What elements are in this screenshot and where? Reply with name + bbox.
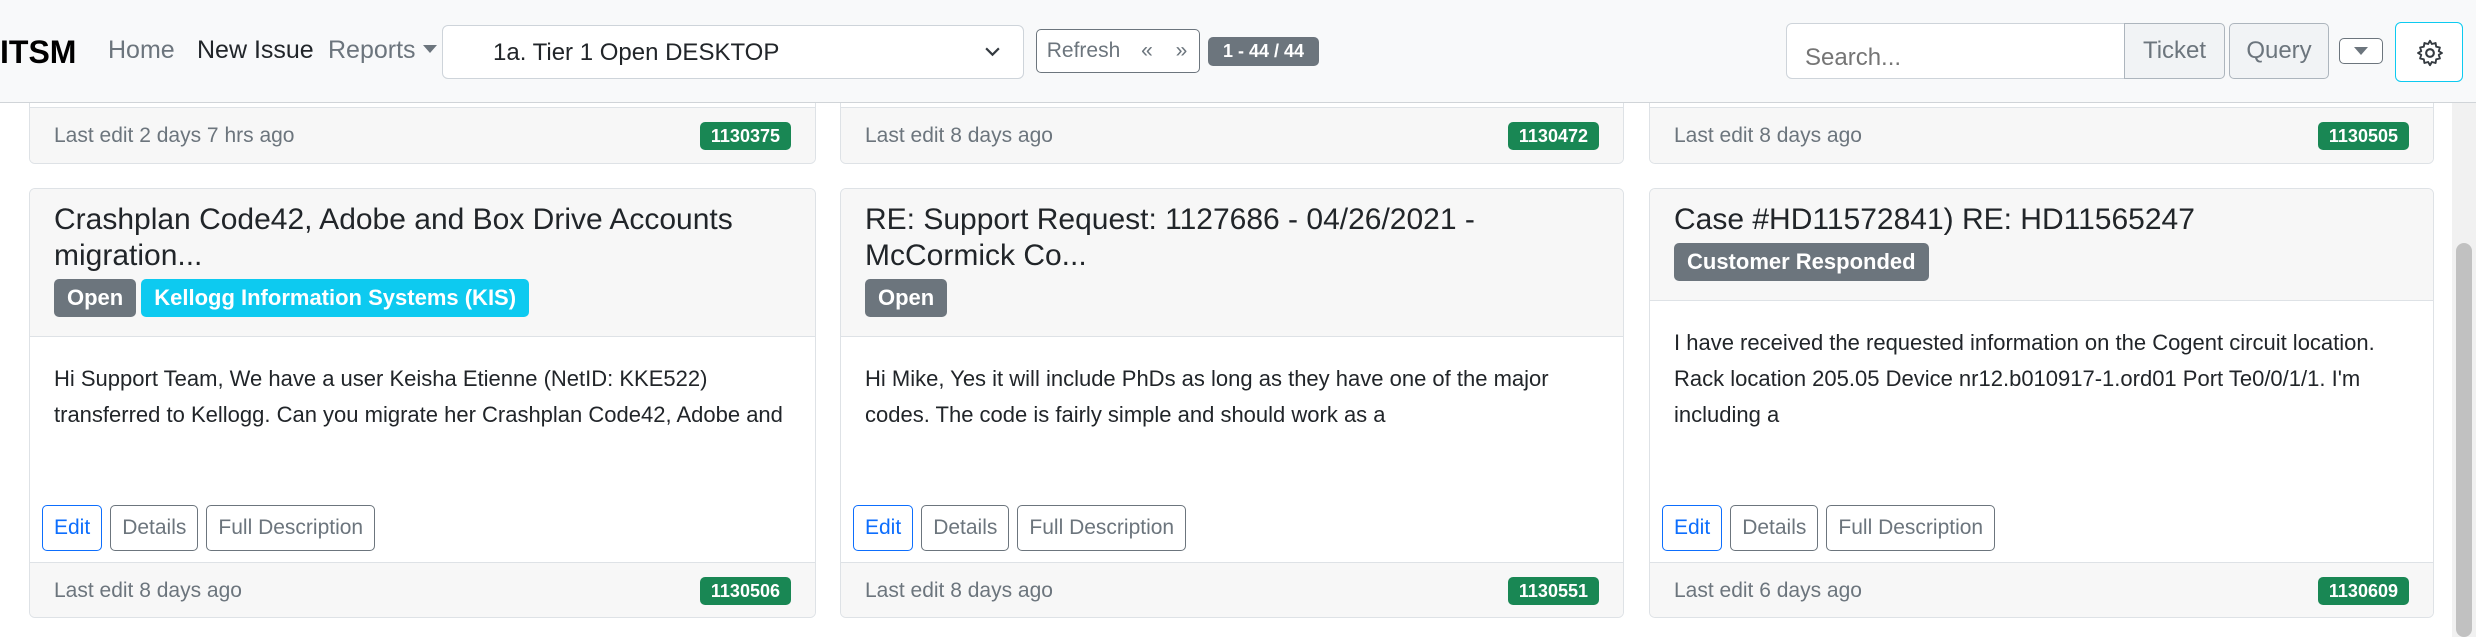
details-button[interactable]: Details [1730,505,1819,551]
full-description-button[interactable]: Full Description [1017,505,1187,551]
query-button[interactable]: Query [2229,23,2329,79]
ticket-description: I have received the requested informatio… [1674,330,2375,427]
chevron-down-icon [985,47,1000,57]
card-actions: Edit Details Full Description [853,505,1194,551]
card-footer: Last edit 8 days ago 1130505 [1650,107,2433,163]
status-badge: Open [865,279,948,317]
prev-page-button[interactable]: « [1130,29,1165,73]
full-description-button[interactable]: Full Description [206,505,376,551]
caret-down-icon [422,45,437,53]
ticket-button[interactable]: Ticket [2124,23,2225,79]
card-footer: Last edit 8 days ago 1130506 [30,562,815,617]
edit-button[interactable]: Edit [1662,505,1723,551]
ticket-title[interactable]: RE: Support Request: 1127686 - 04/26/202… [865,202,1603,274]
ticket-card: Crashplan Code42, Adobe and Box Drive Ac… [29,188,816,618]
top-navbar: ITSM Home New Issue Reports 1a. Tier 1 O… [0,0,2476,103]
settings-button[interactable] [2395,22,2463,82]
ticket-badges: Customer Responded [1674,243,1934,281]
last-edit-text: Last edit 2 days 7 hrs ago [54,124,295,147]
page-scrollbar[interactable] [2452,103,2476,637]
group-badge: Kellogg Information Systems (KIS) [141,279,530,317]
ticket-id-badge[interactable]: 1130551 [1507,577,1599,605]
status-badge: Open [54,279,137,317]
queue-select[interactable]: 1a. Tier 1 Open DESKTOP [442,25,1024,79]
last-edit-text: Last edit 8 days ago [865,579,1053,602]
nav-reports-dropdown[interactable]: Reports [328,36,437,65]
ticket-description: Hi Mike, Yes it will include PhDs as lon… [865,366,1549,427]
brand-logo[interactable]: ITSM [0,34,76,71]
nav-reports-label: Reports [328,36,416,64]
ticket-badges: Open [865,279,952,317]
scrollbar-thumb[interactable] [2456,243,2472,637]
ticket-id-badge[interactable]: 1130505 [2317,122,2409,150]
ticket-id-badge[interactable]: 1130609 [2317,577,2409,605]
caret-down-icon [2354,47,2368,55]
card-actions: Edit Details Full Description [1662,505,2003,551]
nav-home-link[interactable]: Home [108,36,175,65]
ticket-id-badge[interactable]: 1130375 [699,122,791,150]
options-dropdown-button[interactable] [2339,38,2383,64]
card-actions: Edit Details Full Description [42,505,383,551]
ticket-id-badge[interactable]: 1130472 [1507,122,1599,150]
status-badge: Customer Responded [1674,243,1929,281]
ticket-id-badge[interactable]: 1130506 [699,577,791,605]
last-edit-text: Last edit 6 days ago [1674,579,1862,602]
ticket-title[interactable]: Crashplan Code42, Adobe and Box Drive Ac… [54,202,795,274]
next-page-button[interactable]: » [1164,29,1200,73]
queue-select-value: 1a. Tier 1 Open DESKTOP [493,39,780,66]
details-button[interactable]: Details [921,505,1010,551]
last-edit-text: Last edit 8 days ago [865,124,1053,147]
card-footer: Last edit 8 days ago 1130551 [841,562,1623,617]
last-edit-text: Last edit 8 days ago [54,579,242,602]
result-count-badge: 1 - 44 / 44 [1208,37,1319,66]
last-edit-text: Last edit 8 days ago [1674,124,1862,147]
card-footer: Last edit 2 days 7 hrs ago 1130375 [30,107,815,163]
details-button[interactable]: Details [110,505,199,551]
full-description-button[interactable]: Full Description [1826,505,1996,551]
ticket-badges: Open Kellogg Information Systems (KIS) [54,279,534,317]
nav-new-issue-link[interactable]: New Issue [197,36,314,65]
ticket-card: RE: Support Request: 1127686 - 04/26/202… [840,188,1624,618]
ticket-description: Hi Support Team, We have a user Keisha E… [54,366,783,427]
card-header: Crashplan Code42, Adobe and Box Drive Ac… [30,189,815,337]
card-header: RE: Support Request: 1127686 - 04/26/202… [841,189,1623,337]
card-footer: Last edit 8 days ago 1130472 [841,107,1623,163]
ticket-card: Case #HD11572841) RE: HD11565247 Custome… [1649,188,2434,618]
card-footer: Last edit 6 days ago 1130609 [1650,562,2433,617]
ticket-title[interactable]: Case #HD11572841) RE: HD11565247 [1674,202,2413,238]
search-input[interactable] [1786,23,2125,79]
refresh-button[interactable]: Refresh [1036,29,1131,73]
card-header: Case #HD11572841) RE: HD11565247 Custome… [1650,189,2433,301]
gear-icon [2417,39,2443,67]
edit-button[interactable]: Edit [853,505,914,551]
edit-button[interactable]: Edit [42,505,103,551]
